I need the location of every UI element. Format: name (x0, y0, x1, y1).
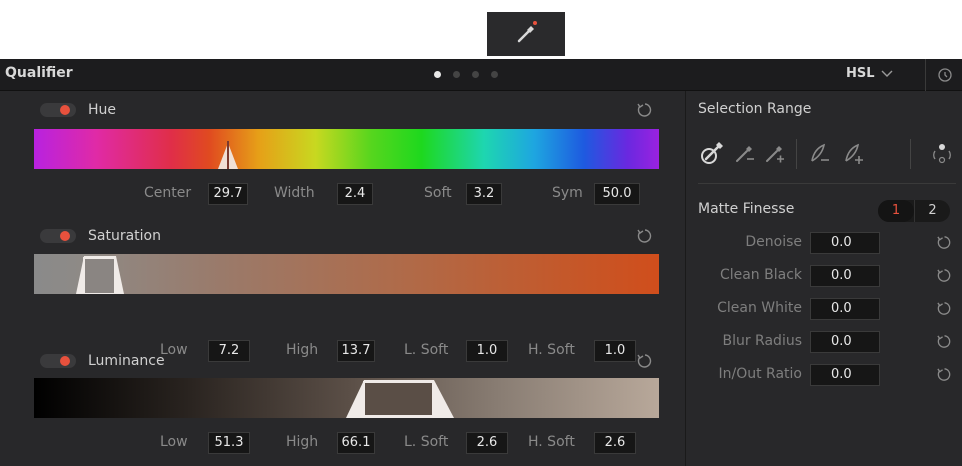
page-dot-4[interactable] (491, 71, 498, 78)
picker-subtract-icon[interactable] (732, 139, 760, 167)
denoise-reset-icon[interactable] (936, 234, 953, 251)
qualifier-tool-tab[interactable] (487, 12, 565, 56)
saturation-toggle[interactable] (40, 229, 76, 243)
luminance-range-bar[interactable] (34, 378, 659, 418)
saturation-high-field[interactable]: 13.7 (337, 340, 375, 362)
clean-white-reset-icon[interactable] (936, 300, 953, 317)
saturation-hsoft-field[interactable]: 1.0 (594, 340, 636, 362)
page-dot-3[interactable] (472, 71, 479, 78)
picker-icon[interactable] (698, 139, 726, 167)
hue-reset-icon[interactable] (636, 101, 654, 119)
blur-radius-field[interactable]: 0.0 (810, 331, 880, 353)
qualifier-panel: Qualifier HSL Hue Center 29.7 Width 2.4 … (0, 59, 962, 466)
tool-divider-2 (910, 139, 911, 169)
hue-label: Hue (88, 102, 117, 118)
hue-center-label: Center (144, 185, 192, 201)
saturation-lsoft-field[interactable]: 1.0 (466, 340, 508, 362)
saturation-section-header: Saturation (40, 225, 161, 247)
in-out-ratio-reset-icon[interactable] (936, 366, 953, 383)
luminance-lsoft-field[interactable]: 2.6 (466, 432, 508, 454)
selection-range-title: Selection Range (698, 101, 812, 117)
luminance-hsoft-label: H. Soft (528, 434, 575, 450)
luminance-toggle[interactable] (40, 354, 76, 368)
hue-soft-label: Soft (424, 185, 452, 201)
in-out-ratio-field[interactable]: 0.0 (810, 364, 880, 386)
blur-radius-row: Blur Radius 0.0 (686, 331, 962, 353)
saturation-reset-icon[interactable] (636, 227, 654, 245)
luminance-low-label: Low (160, 434, 188, 450)
hue-width-field[interactable]: 2.4 (337, 183, 373, 205)
saturation-lsoft-label: L. Soft (404, 342, 449, 358)
panel-title: Qualifier (5, 65, 73, 81)
blur-radius-reset-icon[interactable] (936, 333, 953, 350)
mode-label: HSL (846, 66, 875, 81)
hue-toggle[interactable] (40, 103, 76, 117)
mode-dropdown[interactable]: HSL (846, 66, 893, 81)
page-dot-2[interactable] (453, 71, 460, 78)
matte-finesse-tab-2[interactable]: 2 (914, 200, 950, 222)
luminance-hsoft-field[interactable]: 2.6 (594, 432, 636, 454)
hue-sym-label: Sym (552, 185, 583, 201)
header-divider (925, 59, 926, 91)
luminance-low-field[interactable]: 51.3 (208, 432, 250, 454)
selection-divider (698, 183, 956, 184)
saturation-high-label: High (286, 342, 319, 358)
saturation-range-bar[interactable] (34, 254, 659, 294)
hue-range-bar[interactable] (34, 129, 659, 169)
hue-sym-field[interactable]: 50.0 (594, 183, 640, 205)
clean-black-row: Clean Black 0.0 (686, 265, 962, 287)
clean-black-field[interactable]: 0.0 (810, 265, 880, 287)
panel-header: Qualifier HSL (0, 59, 962, 91)
matte-finesse-tabs: 1 2 (878, 200, 950, 222)
picker-add-icon[interactable] (762, 139, 790, 167)
luminance-params: Low 51.3 High 66.1 L. Soft 2.6 H. Soft 2… (0, 432, 685, 454)
selection-panel: Selection Range Matte Finesse 1 2 Denois… (686, 91, 962, 466)
matte-finesse-tab-1[interactable]: 1 (878, 200, 914, 222)
hue-soft-field[interactable]: 3.2 (466, 183, 502, 205)
tool-divider-1 (796, 139, 797, 169)
feather-subtract-icon[interactable] (806, 139, 834, 167)
saturation-label: Saturation (88, 228, 161, 244)
luminance-label: Luminance (88, 353, 165, 369)
saturation-hsoft-label: H. Soft (528, 342, 575, 358)
hue-center-field[interactable]: 29.7 (208, 183, 248, 205)
luminance-reset-icon[interactable] (636, 352, 654, 370)
in-out-ratio-label: In/Out Ratio (718, 366, 803, 382)
matte-finesse-title: Matte Finesse (698, 201, 795, 217)
clean-white-label: Clean White (717, 300, 802, 316)
invert-icon[interactable] (928, 139, 956, 167)
clean-white-row: Clean White 0.0 (686, 298, 962, 320)
chevron-down-icon (881, 70, 893, 77)
hue-width-label: Width (274, 185, 315, 201)
hue-range-handle[interactable] (34, 129, 659, 169)
clean-black-label: Clean Black (719, 267, 802, 283)
luminance-high-field[interactable]: 66.1 (337, 432, 375, 454)
eyedropper-icon (517, 21, 537, 43)
saturation-range-handle[interactable] (34, 254, 659, 294)
hue-section-header: Hue (40, 99, 116, 121)
page-indicator (434, 71, 498, 78)
blur-radius-label: Blur Radius (722, 333, 802, 349)
hsl-controls: Hue Center 29.7 Width 2.4 Soft 3.2 Sym 5… (0, 91, 685, 466)
clean-white-field[interactable]: 0.0 (810, 298, 880, 320)
luminance-high-label: High (286, 434, 319, 450)
reset-all-icon[interactable] (937, 67, 953, 83)
luminance-section-header: Luminance (40, 350, 165, 372)
luminance-range-handle[interactable] (34, 378, 659, 418)
saturation-low-field[interactable]: 7.2 (208, 340, 250, 362)
denoise-field[interactable]: 0.0 (810, 232, 880, 254)
denoise-row: Denoise 0.0 (686, 232, 962, 254)
in-out-ratio-row: In/Out Ratio 0.0 (686, 364, 962, 386)
page-dot-1[interactable] (434, 71, 441, 78)
clean-black-reset-icon[interactable] (936, 267, 953, 284)
feather-add-icon[interactable] (840, 139, 868, 167)
luminance-lsoft-label: L. Soft (404, 434, 449, 450)
denoise-label: Denoise (745, 234, 802, 250)
hue-params: Center 29.7 Width 2.4 Soft 3.2 Sym 50.0 (0, 183, 685, 205)
